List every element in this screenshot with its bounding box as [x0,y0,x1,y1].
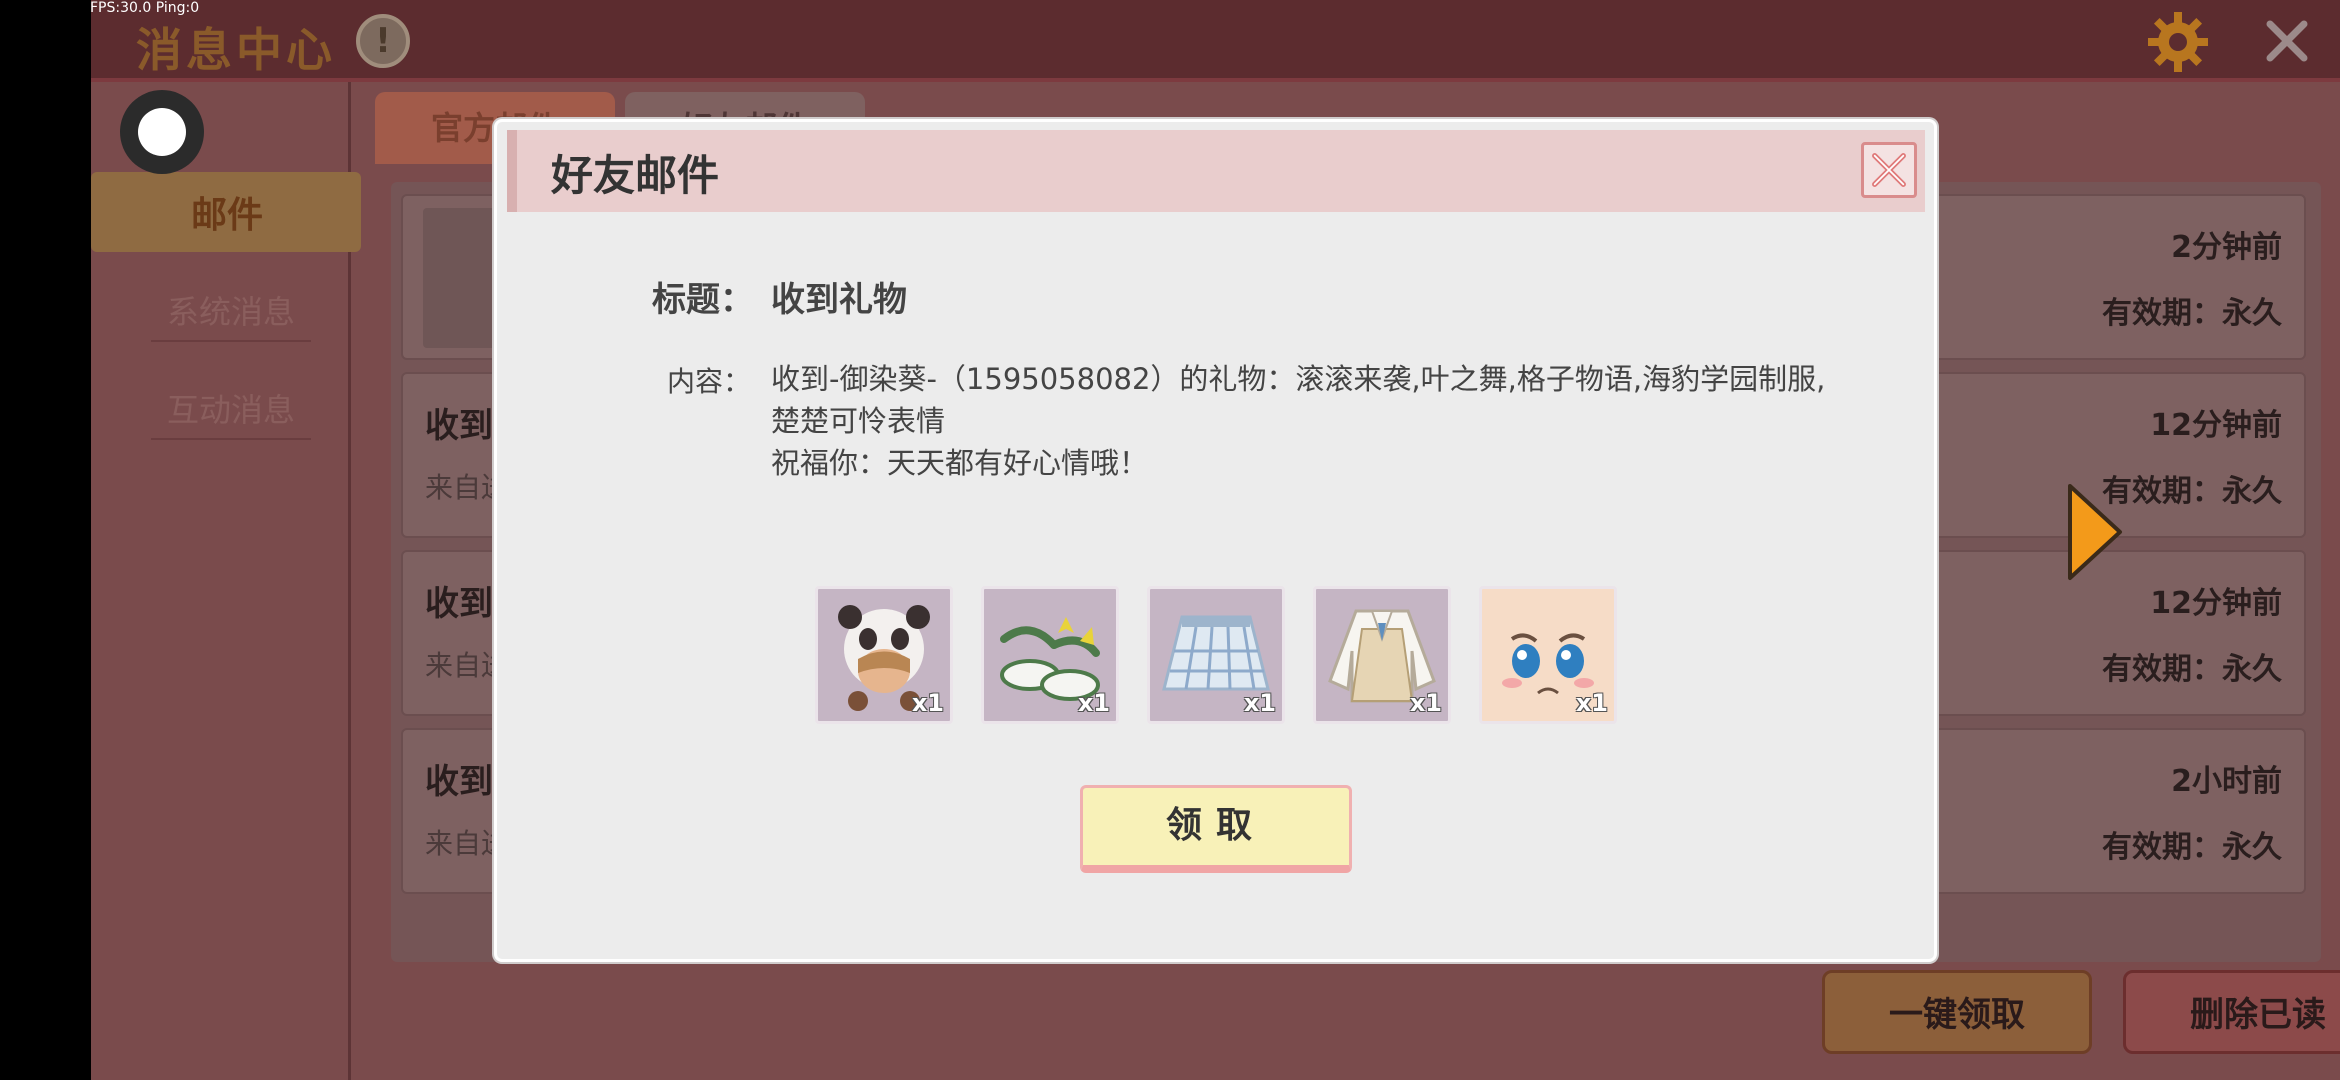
content-label: 内容： [667,365,752,398]
close-icon[interactable] [1861,142,1917,198]
delete-read-button[interactable]: 删除已读 [2123,970,2340,1054]
gear-icon[interactable] [2146,10,2210,74]
mail-expiry: 有效期：永久 [2102,296,2282,331]
mail-expiry: 有效期：永久 [2102,474,2282,509]
top-bar: 消息中心 ! [91,0,2340,82]
item-quantity: x1 [1077,689,1110,717]
mail-expiry: 有效期：永久 [2102,652,2282,687]
item-quantity: x1 [911,689,944,717]
gift-item-school-uniform[interactable]: x1 [1313,586,1451,724]
page-title: 消息中心 [136,23,336,77]
screen-record-button[interactable] [120,90,204,174]
friend-mail-dialog: 好友邮件 标题： 收到礼物 内容： 收到-御染葵-（1595058082）的礼物… [494,119,1937,962]
mail-time: 12分钟前 [2150,408,2282,443]
item-quantity: x1 [1575,689,1608,717]
mail-title: 收到 [425,762,493,802]
claim-all-button[interactable]: 一键领取 [1822,970,2092,1054]
mail-title: 收到 [425,406,493,446]
gift-item-pitiful-expression[interactable]: x1 [1479,586,1617,724]
sidebar: 邮件 系统消息 互动消息 [91,82,361,1080]
dialog-title: 好友邮件 [551,151,720,200]
content-line: 祝福你：天天都有好心情哦！ [771,446,1149,480]
content-line: 收到-御染葵-（1595058082）的礼物：滚滚来袭,叶之舞,格子物语,海豹学… [771,362,1826,438]
content-value: 收到-御染葵-（1595058082）的礼物：滚滚来袭,叶之舞,格子物语,海豹学… [771,358,1831,484]
mail-time: 12分钟前 [2150,586,2282,621]
gift-item-plaid-skirt[interactable]: x1 [1147,586,1285,724]
fps-readout: FPS:30.0 Ping:0 [90,0,200,16]
mail-title: 收到 [425,584,493,624]
subject-label: 标题： [652,280,754,320]
mail-time: 2分钟前 [2171,230,2282,265]
subject-value: 收到礼物 [771,280,907,320]
item-quantity: x1 [1243,689,1276,717]
gift-item-leaf-shoes[interactable]: x1 [981,586,1119,724]
sidebar-item-label: 邮件 [191,195,264,236]
info-icon[interactable]: ! [356,14,410,68]
mail-time: 2小时前 [2171,764,2282,799]
mail-expiry: 有效期：永久 [2102,830,2282,865]
claim-button[interactable]: 领取 [1080,785,1352,873]
close-icon[interactable] [2264,18,2310,64]
item-quantity: x1 [1409,689,1442,717]
gift-item-panda-hat[interactable]: x1 [815,586,953,724]
sidebar-item-interaction[interactable]: 互动消息 [151,380,311,440]
dialog-header: 好友邮件 [507,130,1925,212]
sidebar-item-system[interactable]: 系统消息 [151,282,311,342]
sidebar-item-mail[interactable]: 邮件 [91,172,361,252]
arrow-right-icon[interactable] [2066,482,2124,582]
